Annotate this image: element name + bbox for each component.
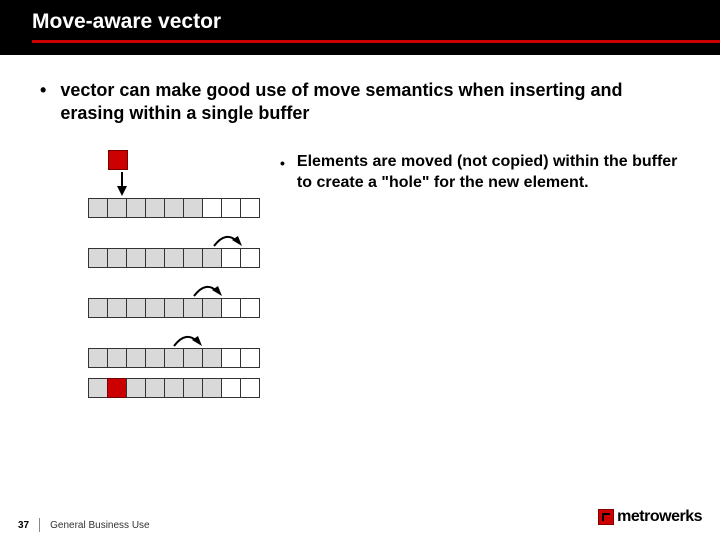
main-bullet: • vector can make good use of move seman…	[40, 79, 680, 126]
cell-filled	[164, 248, 184, 268]
cell-filled	[126, 198, 146, 218]
footer-divider	[39, 518, 40, 532]
bullet-marker: •	[280, 152, 285, 194]
cell-filled	[88, 298, 108, 318]
diagram-step	[88, 228, 260, 268]
bullet-marker: •	[40, 79, 46, 126]
title-underline	[32, 40, 720, 43]
cell-empty	[240, 198, 260, 218]
cell-filled	[202, 298, 222, 318]
cell-empty	[202, 198, 222, 218]
cell-filled	[126, 348, 146, 368]
cell-filled	[202, 348, 222, 368]
cell-filled	[164, 298, 184, 318]
cell-filled	[145, 348, 165, 368]
cell-empty	[221, 348, 241, 368]
cell-filled	[202, 248, 222, 268]
cell-empty	[221, 198, 241, 218]
footer: 37 General Business Use metrowerks	[0, 518, 720, 532]
insert-arrow-icon	[116, 172, 260, 196]
cell-filled	[107, 248, 127, 268]
cell-filled	[164, 378, 184, 398]
cell-filled	[183, 298, 203, 318]
buffer-row	[88, 348, 260, 368]
diagram-step	[88, 328, 260, 368]
cell-filled	[88, 378, 108, 398]
cell-filled	[107, 298, 127, 318]
sub-bullet-text: Elements are moved (not copied) within t…	[297, 152, 680, 194]
logo: metrowerks	[598, 508, 702, 526]
diagram-step	[88, 278, 260, 318]
cell-empty	[221, 298, 241, 318]
cell-filled	[88, 348, 108, 368]
main-bullet-text: vector can make good use of move semanti…	[60, 79, 680, 126]
buffer-row	[88, 378, 260, 398]
page-number: 37	[18, 520, 39, 531]
cell-empty	[240, 348, 260, 368]
buffer-row	[88, 248, 260, 268]
buffer-row	[88, 198, 260, 218]
cell-empty	[240, 298, 260, 318]
move-arrow-icon	[168, 328, 260, 348]
sub-bullet: • Elements are moved (not copied) within…	[280, 152, 680, 194]
diagram-and-sub: • Elements are moved (not copied) within…	[40, 146, 680, 408]
cell-filled	[107, 348, 127, 368]
cell-filled	[202, 378, 222, 398]
diagram-step	[88, 150, 260, 218]
cell-filled	[183, 198, 203, 218]
sub-bullet-area: • Elements are moved (not copied) within…	[280, 146, 680, 194]
cell-empty	[240, 378, 260, 398]
cell-filled	[183, 348, 203, 368]
logo-mark-icon	[598, 509, 614, 525]
diagram	[88, 150, 260, 408]
cell-filled	[183, 248, 203, 268]
cell-filled	[126, 298, 146, 318]
move-arrow-icon	[188, 278, 260, 298]
cell-filled	[88, 198, 108, 218]
cell-filled	[107, 198, 127, 218]
buffer-row	[88, 298, 260, 318]
cell-filled	[145, 248, 165, 268]
cell-filled	[145, 198, 165, 218]
cell-empty	[240, 248, 260, 268]
cell-filled	[145, 298, 165, 318]
cell-empty	[221, 248, 241, 268]
content-area: • vector can make good use of move seman…	[0, 55, 720, 408]
slide-title: Move-aware vector	[32, 10, 720, 34]
new-element-cell	[108, 150, 128, 170]
cell-filled	[164, 348, 184, 368]
cell-filled	[164, 198, 184, 218]
move-arrow-icon	[208, 228, 260, 248]
cell-filled	[88, 248, 108, 268]
cell-filled	[183, 378, 203, 398]
cell-filled	[145, 378, 165, 398]
cell-empty	[221, 378, 241, 398]
cell-new-element	[107, 378, 127, 398]
title-bar: Move-aware vector	[0, 0, 720, 55]
diagram-step	[88, 378, 260, 398]
logo-text: metrowerks	[617, 508, 702, 526]
cell-filled	[126, 248, 146, 268]
footer-label: General Business Use	[50, 520, 150, 531]
cell-filled	[126, 378, 146, 398]
